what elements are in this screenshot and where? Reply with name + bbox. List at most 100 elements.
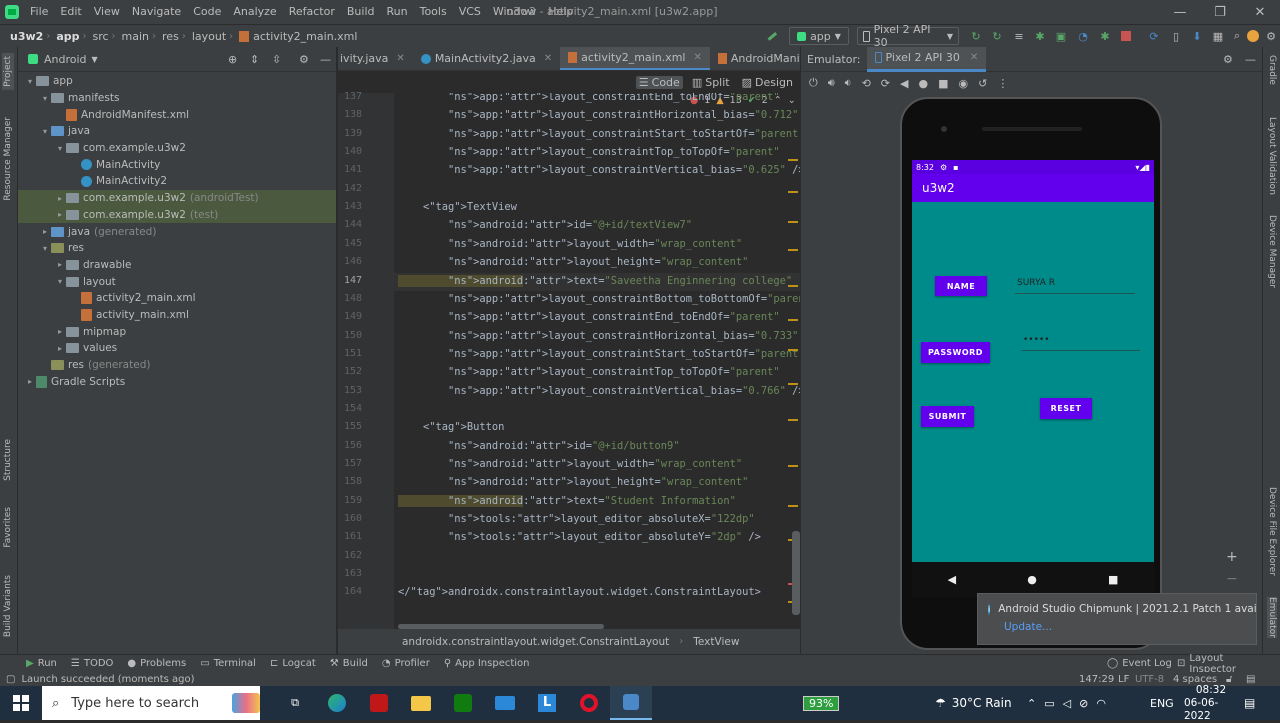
logcat-tool-button[interactable]: ⊏ Logcat: [263, 658, 323, 669]
breadcrumb-res[interactable]: res: [156, 30, 182, 43]
tree-item[interactable]: ▾ layout: [18, 273, 336, 290]
expand-arrow-icon[interactable]: ▸: [54, 260, 66, 269]
close-tab-icon[interactable]: ✕: [970, 52, 978, 63]
hammer-icon[interactable]: [764, 27, 780, 45]
reset-button[interactable]: RESET: [1040, 398, 1092, 419]
sdk-manager-icon[interactable]: ⬇: [1189, 27, 1205, 45]
rotate-right-icon[interactable]: ⟳: [881, 77, 890, 90]
resource-manager-tool-tab[interactable]: Resource Manager: [3, 117, 13, 201]
tree-item[interactable]: ▸ com.example.u3w2 (androidTest): [18, 189, 336, 207]
input-language[interactable]: ENG: [1150, 686, 1174, 720]
gear-icon[interactable]: ⚙: [1223, 53, 1233, 66]
code-line[interactable]: "ns">android:"attr">layout_width="wrap_c…: [398, 458, 742, 470]
tree-item[interactable]: MainActivity: [18, 156, 336, 173]
hide-icon[interactable]: —: [1245, 53, 1256, 66]
run-tool-button[interactable]: ▶ Run: [0, 658, 64, 669]
terminal-tool-button[interactable]: ▭ Terminal: [193, 658, 263, 669]
code-line[interactable]: </"tag">androidx.constraintlayout.widget…: [398, 586, 761, 598]
editor-breadcrumb-element[interactable]: TextView: [693, 636, 739, 648]
code-line[interactable]: "ns">app:"attr">layout_constraintHorizon…: [398, 109, 798, 121]
update-link[interactable]: Update...: [1004, 621, 1256, 633]
caret-position[interactable]: 147:29: [1079, 674, 1114, 685]
hide-icon[interactable]: —: [320, 53, 331, 66]
tree-item[interactable]: ▸ java (generated): [18, 223, 336, 240]
snapshot-icon[interactable]: ↺: [978, 77, 987, 90]
menu-navigate[interactable]: Navigate: [126, 0, 187, 24]
code-line[interactable]: "ns">android:"attr">id="@+id/textView7": [398, 219, 692, 231]
screenshot-icon[interactable]: ◉: [959, 77, 969, 90]
apply-code-changes-icon[interactable]: ↻: [989, 27, 1005, 45]
breadcrumb-main[interactable]: main: [116, 30, 152, 43]
menu-file[interactable]: File: [24, 0, 54, 24]
run-config-select[interactable]: app ▼: [789, 27, 849, 45]
weather-widget[interactable]: ☂ 30°C Rain: [935, 686, 1012, 720]
minimize-icon[interactable]: —: [1160, 0, 1200, 24]
code-line[interactable]: "ns">tools:"attr">layout_editor_absolute…: [398, 513, 755, 525]
expand-arrow-icon[interactable]: ▸: [54, 194, 66, 203]
more-icon[interactable]: ⋮: [997, 77, 1008, 90]
list-icon[interactable]: ≡: [1011, 27, 1027, 45]
event-log-button[interactable]: ◯ Event Log: [1100, 658, 1179, 669]
password-field[interactable]: •••••: [1021, 335, 1140, 351]
memory-icon[interactable]: ▤: [1246, 674, 1255, 685]
menu-vcs[interactable]: VCS: [453, 0, 487, 24]
expand-arrow-icon[interactable]: ▸: [54, 327, 66, 336]
home-icon[interactable]: ●: [918, 77, 928, 90]
taskbar-search-box[interactable]: ⌕ Type here to search: [42, 686, 260, 720]
menu-code[interactable]: Code: [187, 0, 227, 24]
battery-indicator[interactable]: 93%: [803, 686, 840, 720]
line-separator[interactable]: LF: [1118, 674, 1129, 685]
breadcrumb-layout[interactable]: layout: [186, 30, 229, 43]
edge-icon[interactable]: [316, 686, 358, 720]
code-line[interactable]: "ns">app:"attr">layout_constraintStart_t…: [398, 348, 800, 360]
network-icon[interactable]: ▭: [1044, 697, 1054, 710]
close-tab-icon[interactable]: ✕: [693, 52, 701, 63]
vertical-scrollbar[interactable]: [792, 531, 800, 615]
close-tab-icon[interactable]: ✕: [396, 53, 404, 64]
back-icon[interactable]: ◀: [948, 573, 956, 586]
task-view-icon[interactable]: ⧉: [274, 686, 316, 720]
favorites-tool-tab[interactable]: Favorites: [3, 507, 13, 548]
code-line[interactable]: "ns">app:"attr">layout_constraintTop_toT…: [398, 146, 780, 158]
device-file-explorer-tool-tab[interactable]: Device File Explorer: [1267, 487, 1277, 576]
tree-item[interactable]: ▸ Gradle Scripts: [18, 373, 336, 390]
name-button[interactable]: NAME: [935, 276, 987, 296]
tree-item[interactable]: ▾ manifests: [18, 90, 336, 107]
android-studio-taskbar-icon[interactable]: [610, 686, 652, 720]
close-icon[interactable]: ✕: [1240, 0, 1280, 24]
tree-item[interactable]: MainActivity2: [18, 173, 336, 190]
device-manager-tool-tab[interactable]: Device Manager: [1267, 215, 1277, 288]
tree-item[interactable]: activity_main.xml: [18, 307, 336, 324]
zoom-out-icon[interactable]: −: [1226, 571, 1238, 587]
expand-arrow-icon[interactable]: ▾: [39, 244, 51, 253]
code-line[interactable]: "ns">android:"attr">text="Student Inform…: [398, 494, 736, 507]
overview-icon[interactable]: ■: [938, 77, 948, 90]
breadcrumb-file[interactable]: activity2_main.xml: [253, 30, 360, 43]
code-line[interactable]: "ns">android:"attr">text="Saveetha Engin…: [398, 274, 792, 287]
menu-analyze[interactable]: Analyze: [227, 0, 282, 24]
expand-arrow-icon[interactable]: ▸: [54, 210, 66, 219]
gradle-tool-tab[interactable]: Gradle: [1267, 55, 1277, 85]
design-view-button[interactable]: ▨ Design: [739, 76, 796, 89]
opera-icon[interactable]: [568, 686, 610, 720]
zoom-in-icon[interactable]: +: [1226, 549, 1238, 565]
tree-item[interactable]: res (generated): [18, 357, 336, 374]
search-icon[interactable]: ⌕: [1230, 27, 1244, 45]
overview-icon[interactable]: ■: [1108, 573, 1118, 586]
settings-icon[interactable]: ⚙: [1264, 27, 1278, 45]
wifi-icon[interactable]: ◠: [1096, 697, 1106, 710]
tab-mainactivity2-java[interactable]: MainActivity2.java ✕: [413, 47, 560, 70]
clock[interactable]: 08:32 06-06-2022: [1184, 684, 1238, 722]
collapse-all-icon[interactable]: ⇳: [272, 53, 281, 66]
notification-center-icon[interactable]: ▤: [1244, 686, 1255, 720]
problems-tool-button[interactable]: ● Problems: [120, 658, 193, 669]
volume-up-icon[interactable]: 🔊︎: [828, 76, 835, 90]
emulator-tool-tab[interactable]: Emulator: [1267, 597, 1277, 638]
tab-emulator-device[interactable]: Pixel 2 API 30 ✕: [866, 46, 987, 72]
close-tab-icon[interactable]: ✕: [544, 53, 552, 64]
project-structure-icon[interactable]: ▦: [1210, 27, 1226, 45]
project-view-select[interactable]: Android: [44, 53, 87, 66]
device-manager-icon[interactable]: ▯: [1168, 27, 1184, 45]
build-tool-button[interactable]: ⚒ Build: [323, 658, 375, 669]
expand-all-icon[interactable]: ⇕: [250, 53, 259, 66]
